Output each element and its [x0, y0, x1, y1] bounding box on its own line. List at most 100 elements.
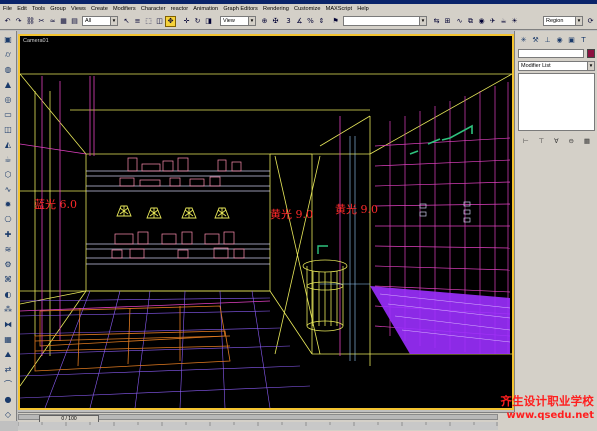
- menu-views[interactable]: Views: [71, 4, 86, 14]
- percent-snap-icon[interactable]: %: [305, 16, 316, 27]
- remove-modifier-icon[interactable]: ⊖: [568, 137, 573, 145]
- system-tool-icon[interactable]: ⚙: [2, 259, 14, 271]
- menu-help[interactable]: Help: [357, 4, 369, 14]
- menu-rendering[interactable]: Rendering: [263, 4, 289, 14]
- select-and-move-icon[interactable]: ✥: [165, 16, 176, 27]
- select-and-rotate-icon[interactable]: ↻: [192, 16, 203, 27]
- box-tool-icon[interactable]: ▣: [2, 34, 14, 46]
- layer-icon[interactable]: ▤: [69, 16, 80, 27]
- rectangular-selection-icon[interactable]: ⬚: [143, 16, 154, 27]
- mirror-icon[interactable]: ⇆: [431, 16, 442, 27]
- teapot-tool-icon[interactable]: ☕: [2, 154, 14, 166]
- select-by-name-icon[interactable]: ≡: [132, 16, 143, 27]
- create-tab-icon[interactable]: ✳: [518, 34, 529, 45]
- selection-filter-dropdown[interactable]: All ▼: [82, 16, 118, 26]
- terrain-tool-icon[interactable]: ⛰: [2, 349, 14, 361]
- spline-tool-icon[interactable]: ∿: [2, 184, 14, 196]
- configure-modifier-sets-icon[interactable]: ▦: [584, 137, 590, 145]
- time-slider-track[interactable]: 0 / 100: [18, 414, 498, 423]
- geosphere-tool-icon[interactable]: ⬡: [2, 169, 14, 181]
- selection-filter-value: All: [85, 18, 92, 24]
- named-selection-icon[interactable]: ⚑: [330, 16, 341, 27]
- tube-tool-icon[interactable]: ◫: [2, 124, 14, 136]
- connect-tool-icon[interactable]: ⧓: [2, 319, 14, 331]
- align-icon[interactable]: ⊞: [442, 16, 453, 27]
- blobmesh-tool-icon[interactable]: ●: [2, 394, 14, 406]
- object-name-field[interactable]: [518, 49, 584, 58]
- light-tag-left: 蓝光 6.0: [34, 198, 77, 211]
- reference-coordinate-value: View: [223, 18, 235, 24]
- torus-tool-icon[interactable]: ◎: [2, 94, 14, 106]
- modifier-list-dropdown[interactable]: Modifier List ▼: [518, 61, 595, 71]
- snap-toggle-icon[interactable]: 3: [283, 16, 294, 27]
- display-tab-icon[interactable]: ▣: [566, 34, 577, 45]
- select-link-icon[interactable]: ⛓: [25, 16, 36, 27]
- space-warp-tool-icon[interactable]: ≋: [2, 244, 14, 256]
- pin-stack-icon[interactable]: ⊢: [523, 137, 529, 145]
- select-and-move-icon-2[interactable]: ✛: [181, 16, 192, 27]
- shapemerge-tool-icon[interactable]: ◇: [2, 409, 14, 421]
- undo-icon[interactable]: ↶: [2, 16, 13, 27]
- material-editor-icon[interactable]: ◉: [476, 16, 487, 27]
- selection-filter-icon[interactable]: ▦: [58, 16, 69, 27]
- morph-tool-icon[interactable]: ⇄: [2, 364, 14, 376]
- utilities-tab-icon[interactable]: T: [578, 34, 589, 45]
- chevron-down-icon: ▼: [248, 17, 255, 25]
- select-and-scale-icon[interactable]: ◨: [203, 16, 214, 27]
- bind-space-warp-icon[interactable]: ≈: [47, 16, 58, 27]
- menu-tools[interactable]: Tools: [32, 4, 45, 14]
- select-object-icon[interactable]: ↖: [121, 16, 132, 27]
- menu-file[interactable]: File: [3, 4, 12, 14]
- sphere-tool-icon[interactable]: ◍: [2, 64, 14, 76]
- scatter-tool-icon[interactable]: ⁂: [2, 304, 14, 316]
- object-color-swatch[interactable]: [587, 49, 595, 58]
- plane-tool-icon[interactable]: ▭: [2, 109, 14, 121]
- pyramid-tool-icon[interactable]: ◭: [2, 139, 14, 151]
- pivot-center-icon[interactable]: ⊕: [259, 16, 270, 27]
- spinner-snap-icon[interactable]: ⇕: [316, 16, 327, 27]
- render-last-icon[interactable]: ⟳: [585, 16, 596, 27]
- menu-edit[interactable]: Edit: [17, 4, 27, 14]
- render-scene-icon[interactable]: ✈: [487, 16, 498, 27]
- 3dsmax-window: File Edit Tools Group Views Create Modif…: [0, 0, 597, 431]
- show-end-result-icon[interactable]: ⊤: [539, 137, 545, 145]
- conform-tool-icon[interactable]: ⌒: [2, 379, 14, 391]
- helper-tool-icon[interactable]: ✚: [2, 229, 14, 241]
- camera-viewport[interactable]: Camera01 蓝光 6.0 黄光 9.0 黄光 9.0: [18, 34, 514, 410]
- angle-snap-icon[interactable]: ∡: [294, 16, 305, 27]
- modifier-stack[interactable]: [518, 73, 595, 131]
- menu-maxscript[interactable]: MAXScript: [326, 4, 352, 14]
- render-type-icon[interactable]: ☀: [509, 16, 520, 27]
- curve-editor-icon[interactable]: ∿: [454, 16, 465, 27]
- modify-tab-icon[interactable]: ⚒: [530, 34, 541, 45]
- quick-render-icon[interactable]: ☕: [498, 16, 509, 27]
- menu-modifiers[interactable]: Modifiers: [113, 4, 136, 14]
- redo-icon[interactable]: ↷: [13, 16, 24, 27]
- menu-create[interactable]: Create: [91, 4, 108, 14]
- render-region-dropdown[interactable]: Region ▼: [543, 16, 583, 26]
- menu-customize[interactable]: Customize: [294, 4, 320, 14]
- reference-coordinate-dropdown[interactable]: View ▼: [220, 16, 256, 26]
- menu-character[interactable]: Character: [141, 4, 166, 14]
- schematic-view-icon[interactable]: ⧉: [465, 16, 476, 27]
- named-selection-sets-dropdown[interactable]: ▼: [343, 16, 427, 26]
- menu-animation[interactable]: Animation: [193, 4, 218, 14]
- make-unique-icon[interactable]: ∀: [554, 137, 558, 145]
- mesher-tool-icon[interactable]: ▦: [2, 334, 14, 346]
- loft-tool-icon[interactable]: ⌘: [2, 274, 14, 286]
- menu-group[interactable]: Group: [50, 4, 66, 14]
- cylinder-tool-icon[interactable]: ⌭: [2, 49, 14, 61]
- motion-tab-icon[interactable]: ◉: [554, 34, 565, 45]
- hierarchy-tab-icon[interactable]: ⊥: [542, 34, 553, 45]
- menu-graph-editors[interactable]: Graph Editors: [223, 4, 258, 14]
- menu-reactor[interactable]: reactor: [171, 4, 188, 14]
- light-tool-icon[interactable]: ✹: [2, 199, 14, 211]
- camera-tool-icon[interactable]: ⎔: [2, 214, 14, 226]
- boolean-tool-icon[interactable]: ◐: [2, 289, 14, 301]
- cone-tool-icon[interactable]: ▲: [2, 79, 14, 91]
- unlink-icon[interactable]: ✂: [36, 16, 47, 27]
- select-manipulate-icon[interactable]: ✠: [270, 16, 281, 27]
- window-crossing-icon[interactable]: ◫: [154, 16, 165, 27]
- track-bar[interactable]: [18, 422, 498, 430]
- glass-partition: [320, 136, 370, 361]
